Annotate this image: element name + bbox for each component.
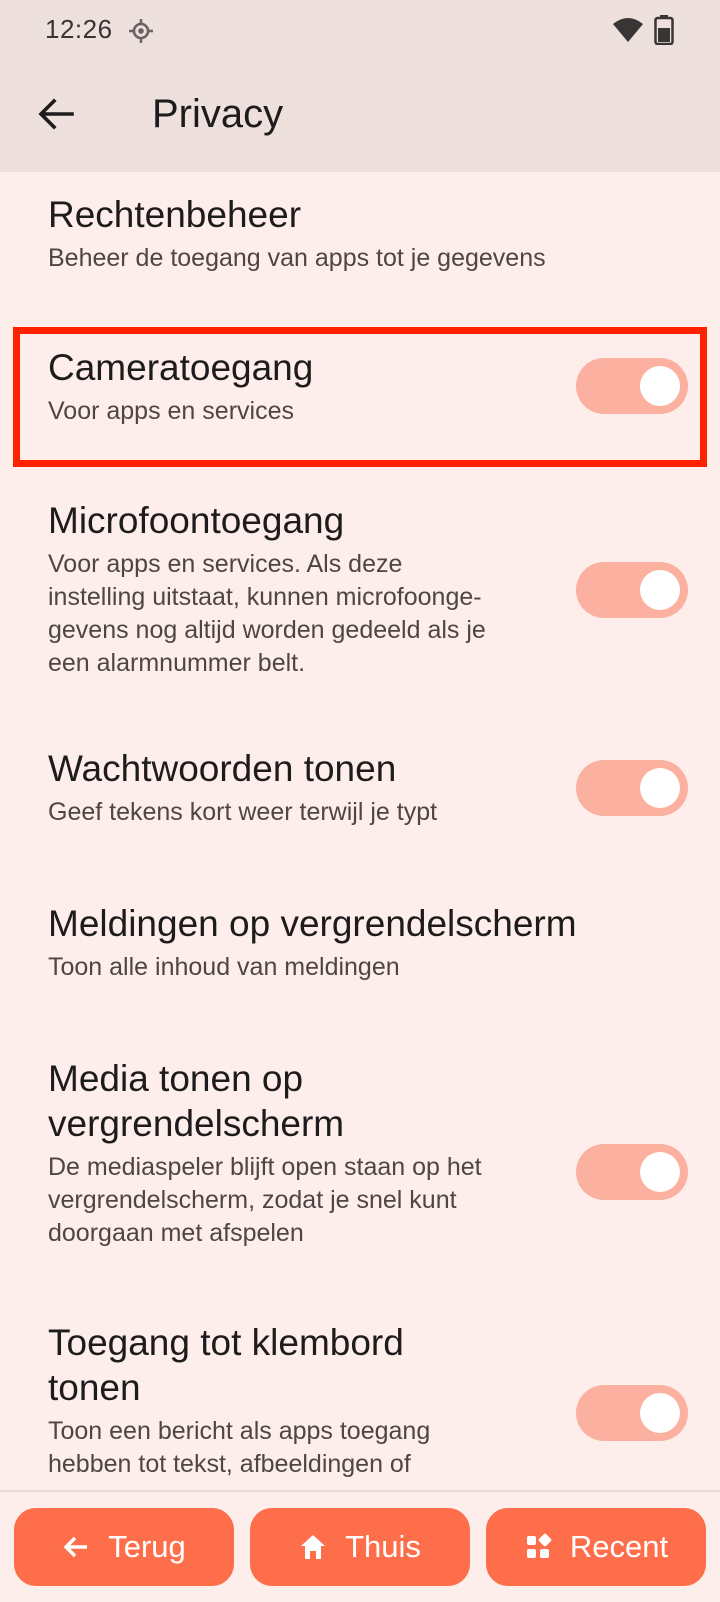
status-time: 12:26 xyxy=(45,14,113,44)
list-item-meldingen-vergrendelscherm[interactable]: Meldingen op vergrendelscherm Toon alle … xyxy=(0,887,720,1017)
item-subtitle-line: hebben tot tekst, afbeeldingen of xyxy=(48,1450,411,1478)
back-button[interactable]: Terug xyxy=(14,1508,234,1586)
list-item-cameratoegang[interactable]: Cameratoegang Voor apps en services xyxy=(0,322,720,462)
item-subtitle-line: Voor apps en services. Als deze xyxy=(48,550,403,578)
list-item-wachtwoorden-tonen[interactable]: Wachtwoorden tonen Geef tekens kort weer… xyxy=(0,732,720,862)
toggle-thumb xyxy=(640,768,680,808)
item-title: Cameratoegang xyxy=(48,347,314,388)
item-subtitle-line: gevens nog altijd worden gedeeld als je xyxy=(48,616,486,644)
item-subtitle-line: Toon een bericht als apps toegang xyxy=(48,1417,431,1445)
toggle-thumb xyxy=(640,1393,680,1433)
recent-button-label: Recent xyxy=(569,1529,669,1564)
item-subtitle-line: een alarmnummer belt. xyxy=(48,649,306,677)
show-passwords-toggle[interactable] xyxy=(576,760,688,816)
microphone-access-toggle[interactable] xyxy=(576,562,688,618)
item-subtitle: Geef tekens kort weer terwijl je typt xyxy=(48,798,438,826)
item-subtitle-line: vergrendelscherm, zodat je snel kunt xyxy=(48,1186,457,1214)
item-title-line: Toegang tot klembord xyxy=(48,1322,404,1363)
recent-button[interactable]: Recent xyxy=(486,1508,706,1586)
home-button[interactable]: Thuis xyxy=(250,1508,470,1586)
toggle-thumb xyxy=(640,570,680,610)
item-title: Meldingen op vergrendelscherm xyxy=(48,903,577,944)
battery-icon xyxy=(654,15,674,45)
item-subtitle: Toon alle inhoud van meldingen xyxy=(48,953,400,981)
item-title-line: Media tonen op xyxy=(48,1058,304,1099)
item-title: Microfoontoegang xyxy=(48,500,345,541)
item-subtitle-line: De mediaspeler blijft open staan op het xyxy=(48,1153,482,1181)
clipboard-access-toggle[interactable] xyxy=(576,1385,688,1441)
apps-icon xyxy=(526,1533,552,1558)
page-title: Privacy xyxy=(152,92,284,136)
media-lockscreen-toggle[interactable] xyxy=(576,1144,688,1200)
list-item-microfoontoegang[interactable]: Microfoontoegang Voor apps en services. … xyxy=(0,472,720,702)
back-button-label: Terug xyxy=(108,1529,186,1564)
status-bar: 12:26 xyxy=(0,0,720,62)
item-subtitle: Voor apps en services xyxy=(48,397,294,425)
home-icon xyxy=(301,1535,326,1559)
toggle-thumb xyxy=(640,366,680,406)
item-title: Wachtwoorden tonen xyxy=(48,748,397,789)
location-icon xyxy=(129,19,153,43)
item-subtitle: Beheer de toegang van apps tot je gegeve… xyxy=(48,244,546,272)
arrow-left-icon[interactable] xyxy=(36,94,76,134)
bottom-nav: Terug Thuis Recent xyxy=(0,1490,720,1602)
toggle-thumb xyxy=(640,1152,680,1192)
wifi-icon xyxy=(613,18,643,42)
item-title-line: vergrendelscherm xyxy=(48,1103,345,1144)
item-subtitle-line: instelling uitstaat, kunnen microfoonge- xyxy=(48,583,482,611)
home-button-label: Thuis xyxy=(345,1529,421,1564)
item-title: Rechtenbeheer xyxy=(48,194,302,235)
list-item-media-tonen[interactable]: Media tonen op vergrendelscherm De media… xyxy=(0,1040,720,1270)
list-item-rechtenbeheer[interactable]: Rechtenbeheer Beheer de toegang van apps… xyxy=(0,172,720,312)
list-item-klembord-tonen[interactable]: Toegang tot klembord tonen Toon een beri… xyxy=(0,1307,720,1490)
item-subtitle-line: doorgaan met afspelen xyxy=(48,1219,304,1247)
arrow-left-icon xyxy=(63,1536,88,1558)
app-bar: Privacy xyxy=(0,62,720,172)
camera-access-toggle[interactable] xyxy=(576,358,688,414)
settings-list: Rechtenbeheer Beheer de toegang van apps… xyxy=(0,172,720,1490)
item-title-line: tonen xyxy=(48,1367,141,1408)
